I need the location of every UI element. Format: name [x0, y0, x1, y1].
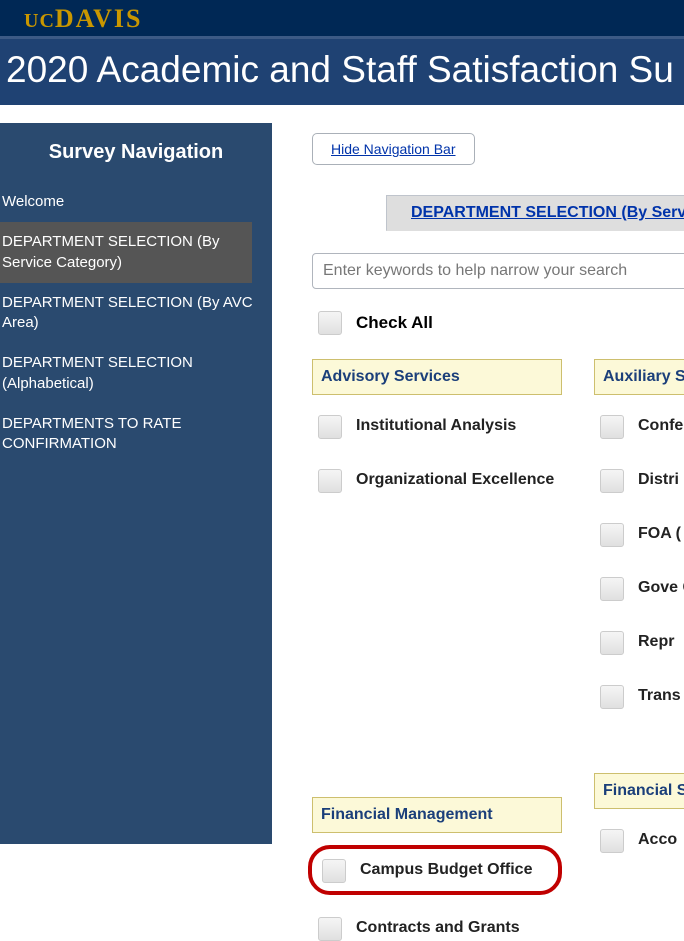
search-input[interactable]	[312, 253, 684, 289]
dept-checkbox[interactable]	[600, 469, 624, 493]
category-financial-s-header: Financial S	[594, 773, 684, 809]
check-all-row: Check All	[312, 311, 684, 335]
dept-label: Distri	[638, 469, 679, 489]
dept-checkbox[interactable]	[600, 631, 624, 655]
dept-item[interactable]: Repr	[594, 625, 684, 679]
dept-label: Acco	[638, 829, 677, 849]
check-all-checkbox[interactable]	[318, 311, 342, 335]
dept-item[interactable]: Organizational Excellence	[312, 463, 562, 517]
sidebar-item-confirmation[interactable]: DEPARTMENTS TO RATE CONFIRMATION	[0, 404, 272, 465]
hide-navigation-button[interactable]: Hide Navigation Bar	[312, 133, 475, 165]
sidebar: Survey Navigation Welcome DEPARTMENT SEL…	[0, 123, 272, 844]
dept-item[interactable]: Trans	[594, 679, 684, 733]
dept-checkbox[interactable]	[600, 685, 624, 709]
dept-item[interactable]: FOA (	[594, 517, 684, 571]
dept-checkbox[interactable]	[600, 523, 624, 547]
dept-item[interactable]: Institutional Analysis	[312, 409, 562, 463]
dept-item[interactable]: Acco	[594, 823, 684, 853]
dept-checkbox[interactable]	[600, 829, 624, 853]
dept-label: Campus Budget Office	[360, 859, 532, 879]
logo-uc: UC	[24, 10, 55, 32]
dept-item[interactable]: Gove Comm	[594, 571, 684, 625]
dept-label: Contracts and Grants	[356, 917, 520, 937]
sidebar-item-alphabetical[interactable]: DEPARTMENT SELECTION (Alphabetical)	[0, 343, 272, 404]
logo-bar: UCDAVIS	[0, 0, 684, 36]
dept-label: Institutional Analysis	[356, 415, 516, 435]
sidebar-item-welcome[interactable]: Welcome	[0, 182, 272, 222]
column-left: Advisory Services Institutional Analysis…	[312, 359, 562, 941]
check-all-label: Check All	[356, 313, 433, 333]
highlight-circle: Campus Budget Office	[308, 845, 562, 895]
column-right: Auxiliary S Confe Servi Distri FOA ( Gov…	[594, 359, 684, 941]
dept-checkbox[interactable]	[318, 415, 342, 439]
dept-item-campus-budget[interactable]: Campus Budget Office	[316, 853, 550, 887]
category-advisory-header: Advisory Services	[312, 359, 562, 395]
page-title: 2020 Academic and Staff Satisfaction Su	[0, 36, 684, 105]
dept-label: Gove Comm	[638, 577, 684, 597]
sidebar-item-avc-area[interactable]: DEPARTMENT SELECTION (By AVC Area)	[0, 283, 272, 344]
dept-label: Confe Servi	[638, 415, 684, 435]
tab-row: DEPARTMENT SELECTION (By Service DEPARTM…	[386, 195, 684, 231]
dept-label: Organizational Excellence	[356, 469, 554, 489]
dept-item[interactable]: Contracts and Grants	[312, 911, 562, 941]
dept-label: FOA (	[638, 523, 681, 543]
dept-checkbox[interactable]	[322, 859, 346, 883]
dept-label: Repr	[638, 631, 674, 651]
dept-checkbox[interactable]	[318, 469, 342, 493]
dept-checkbox[interactable]	[318, 917, 342, 941]
tab-service-category[interactable]: DEPARTMENT SELECTION (By Service	[386, 195, 684, 231]
dept-checkbox[interactable]	[600, 577, 624, 601]
sidebar-title: Survey Navigation	[0, 123, 272, 182]
dept-item[interactable]: Confe Servi	[594, 409, 684, 463]
logo-davis: DAVIS	[55, 4, 143, 33]
dept-item[interactable]: Distri	[594, 463, 684, 517]
institution-logo: UCDAVIS	[24, 4, 142, 33]
dept-checkbox[interactable]	[600, 415, 624, 439]
category-financial-mgmt-header: Financial Management	[312, 797, 562, 833]
dept-label: Trans	[638, 685, 681, 705]
sidebar-item-service-category[interactable]: DEPARTMENT SELECTION (By Service Categor…	[0, 222, 252, 283]
main-content: Hide Navigation Bar DEPARTMENT SELECTION…	[272, 105, 684, 941]
category-auxiliary-header: Auxiliary S	[594, 359, 684, 395]
